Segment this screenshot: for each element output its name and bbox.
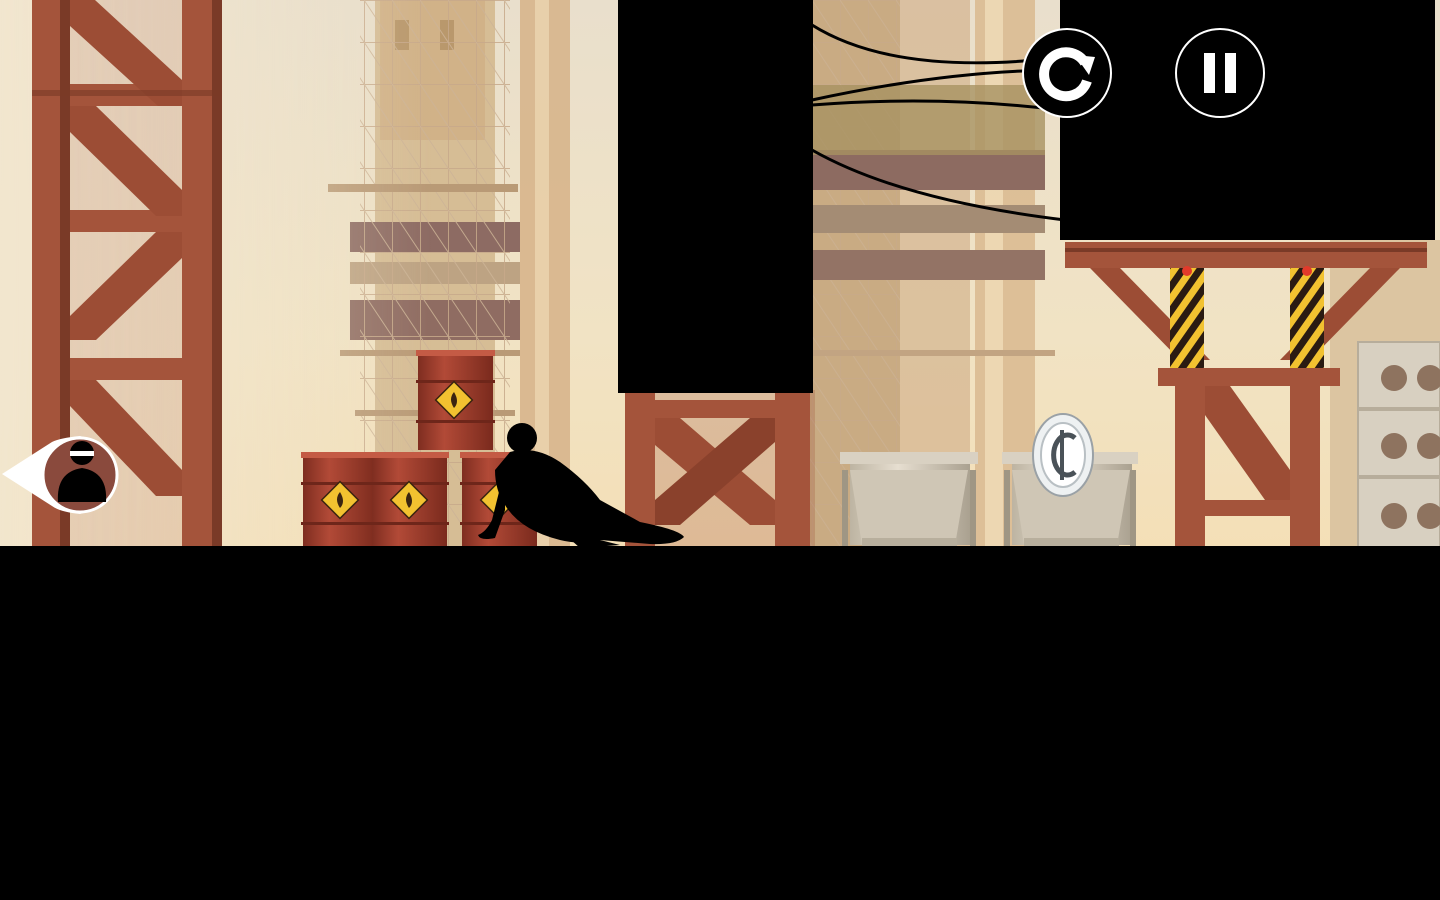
game-stage: [0, 0, 1440, 900]
concrete-bucket: [840, 452, 978, 548]
pause-icon: [1204, 53, 1236, 93]
overhead-black-block-right: [1060, 0, 1435, 240]
flammable-barrel-icon: [416, 350, 495, 450]
concrete-block-stack: [1357, 341, 1440, 549]
restart-icon: [1039, 47, 1095, 102]
ground: [0, 546, 1440, 900]
restart-button[interactable]: [1022, 28, 1112, 118]
flammable-barrel-icon: [301, 452, 380, 548]
coin-icon: [1032, 413, 1094, 497]
chaser-indicator: [0, 432, 125, 518]
flammable-barrel-icon: [370, 452, 449, 548]
game-scene: [0, 0, 1440, 900]
overhead-black-block: [618, 0, 813, 393]
pause-button[interactable]: [1175, 28, 1265, 118]
